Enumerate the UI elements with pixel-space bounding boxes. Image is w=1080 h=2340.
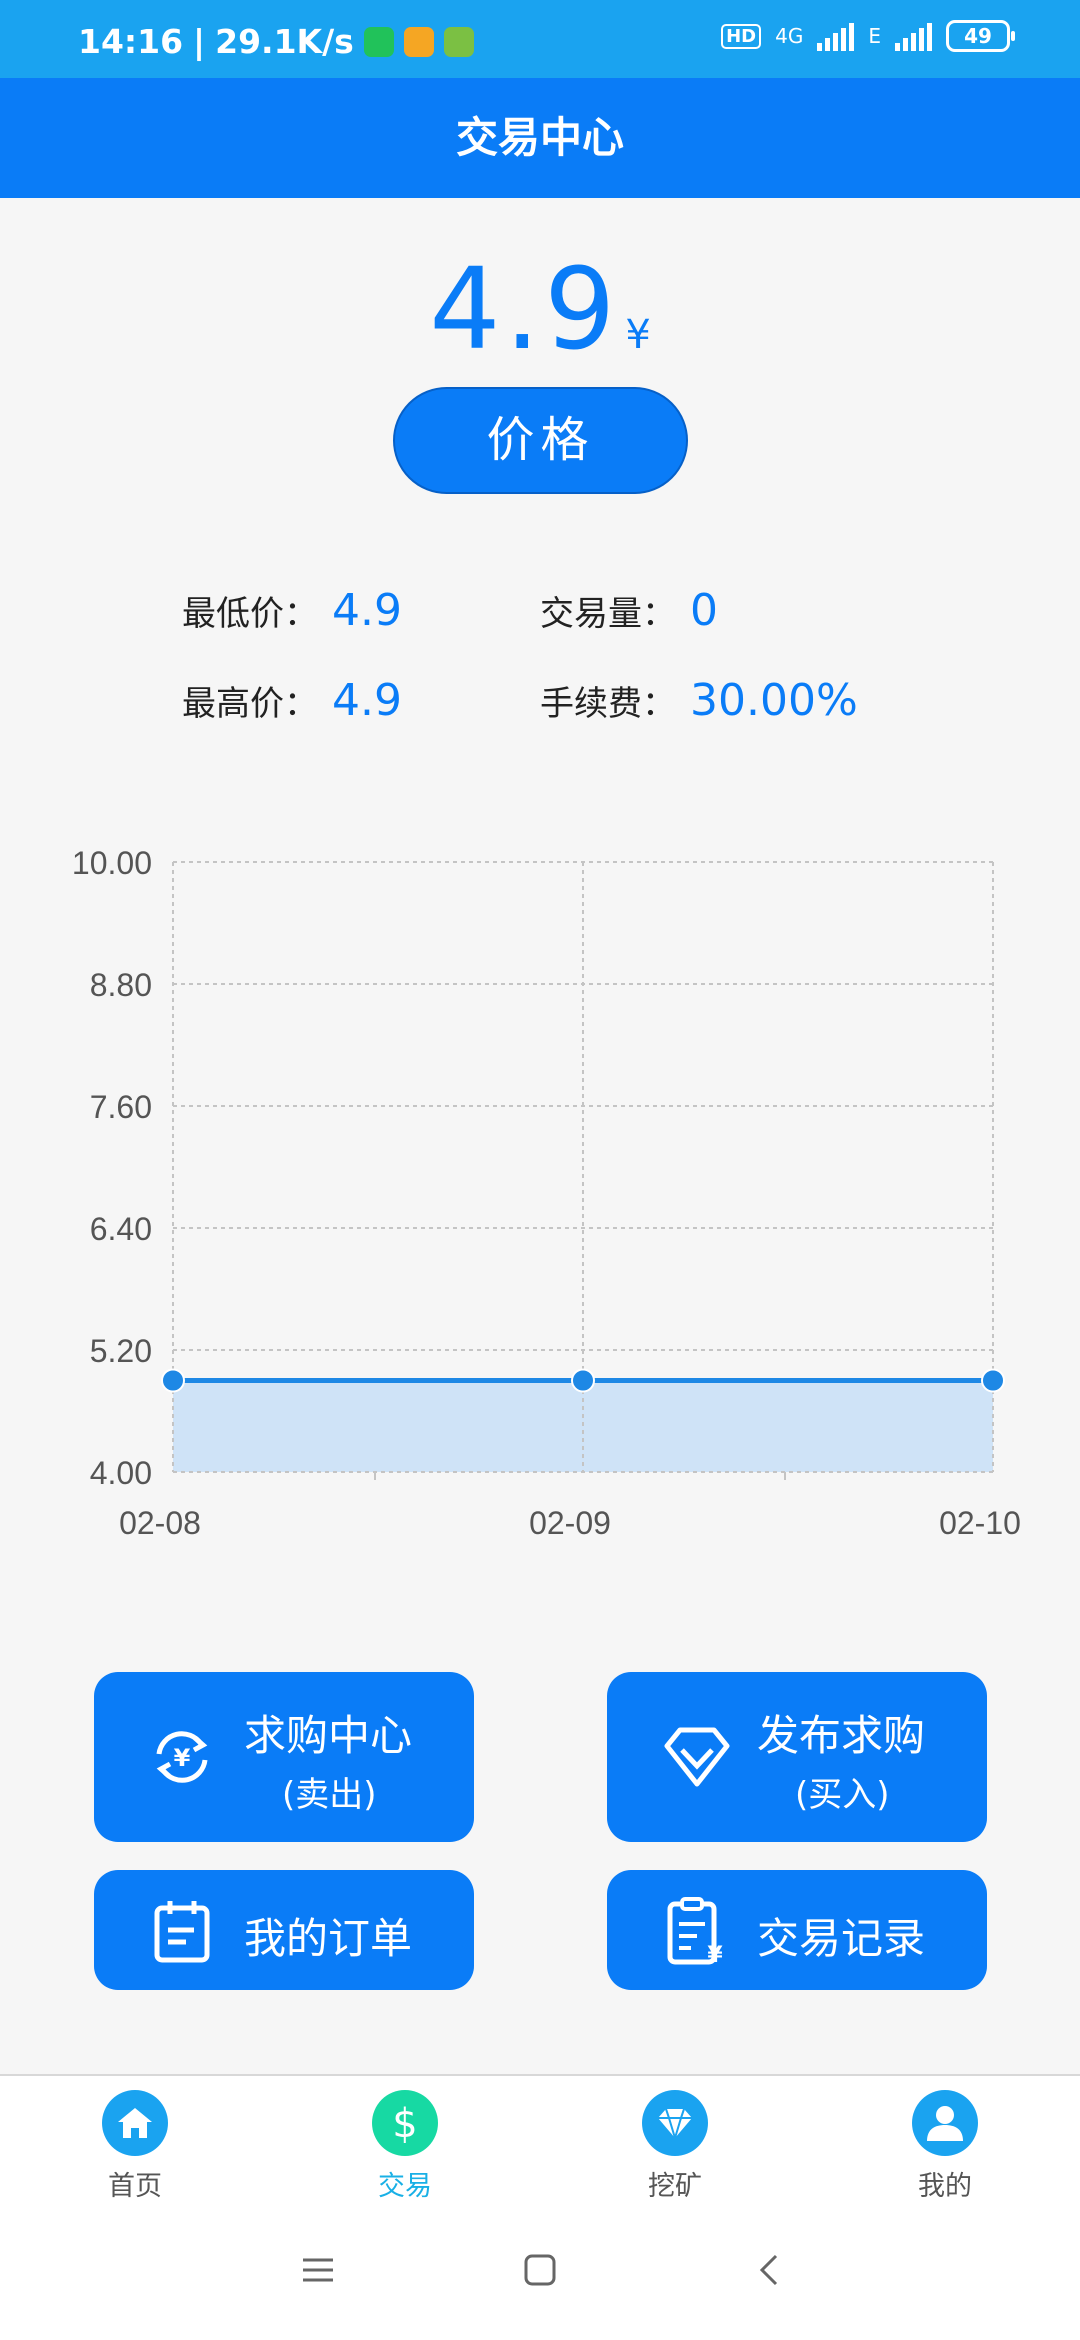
status-bar: 14:16 | 29.1K/s HD 4G E 49 — [0, 0, 1080, 78]
price-chart: 10.00 8.80 7.60 6.40 5.20 4.00 02-08 02-09 02-10 — [72, 845, 1021, 1540]
data-point — [571, 1368, 595, 1393]
my-orders-button[interactable]: 我的订单 — [94, 1870, 474, 1990]
stat-max-value: 4.9 — [332, 675, 402, 726]
page-title: 交易中心 — [0, 78, 1080, 198]
status-right: HD 4G E 49 — [721, 20, 1015, 52]
stat-volume: 交易量： 0 — [540, 585, 718, 636]
system-nav-bar — [0, 2210, 1080, 2340]
y-tick-label: 7.60 — [90, 1089, 152, 1125]
nav-mine-label: 我的 — [918, 2171, 972, 2202]
nav-trade-label: 交易 — [378, 2171, 432, 2202]
calendar-icon — [154, 1901, 210, 1963]
dollar-icon: $ — [372, 2090, 438, 2156]
nav-mining-label: 挖矿 — [648, 2171, 702, 2202]
home-square-icon[interactable] — [522, 2252, 558, 2288]
bottom-nav: 首页 $ 交易 挖矿 我的 — [0, 2074, 1080, 2210]
download-icon — [443, 26, 474, 57]
menu-icon[interactable] — [300, 2252, 336, 2288]
publish-buy-button[interactable]: 发布求购 (买入) — [607, 1672, 987, 1842]
publish-buy-label: 发布求购 — [757, 1711, 926, 1760]
clipboard-icon: ¥ — [667, 1897, 723, 1966]
publish-buy-sub: (买入) — [795, 1775, 890, 1815]
trade-records-label: 交易记录 — [757, 1914, 926, 1963]
stat-fee-value: 30.00% — [690, 675, 858, 726]
battery-icon: 49 — [946, 20, 1015, 52]
y-tick-label: 5.20 — [90, 1333, 152, 1369]
x-tick-label: 02-08 — [119, 1505, 201, 1540]
price-value: 4.9 — [429, 245, 620, 375]
stat-max-price: 最高价： 4.9 — [182, 675, 402, 726]
buy-center-button[interactable]: ¥ 求购中心 (卖出) — [94, 1672, 474, 1842]
network-speed: 29.1K/s — [215, 22, 354, 61]
stat-min-label: 最低价： — [182, 594, 318, 634]
exchange-icon: ¥ — [156, 1731, 208, 1783]
stat-volume-value: 0 — [690, 585, 718, 636]
nav-mining[interactable]: 挖矿 — [605, 2090, 745, 2203]
y-tick-label: 6.40 — [90, 1211, 152, 1247]
stat-fee: 手续费： 30.00% — [540, 675, 858, 726]
data-point — [981, 1368, 1005, 1393]
my-orders-label: 我的订单 — [244, 1914, 413, 1963]
status-time: 14:16 — [78, 22, 184, 61]
x-tick-label: 02-09 — [529, 1505, 611, 1540]
stat-volume-label: 交易量： — [540, 594, 676, 634]
y-tick-label: 8.80 — [90, 967, 152, 1003]
network-type-2: E — [868, 24, 881, 48]
svg-text:¥: ¥ — [707, 1943, 723, 1966]
price-display: 4.9 ¥ — [0, 245, 1080, 375]
wechat-icon — [363, 26, 394, 57]
trade-records-button[interactable]: ¥ 交易记录 — [607, 1870, 987, 1990]
message-icon — [403, 26, 434, 57]
diamond-icon — [664, 1727, 730, 1787]
user-icon — [912, 2090, 978, 2156]
stat-min-value: 4.9 — [332, 585, 402, 636]
nav-home[interactable]: 首页 — [65, 2090, 205, 2203]
back-icon[interactable] — [752, 2252, 788, 2288]
status-left: 14:16 | 29.1K/s — [78, 22, 474, 61]
price-button[interactable]: 价格 — [393, 387, 688, 494]
svg-text:¥: ¥ — [174, 1744, 191, 1772]
signal-icon — [817, 21, 855, 51]
buy-center-label: 求购中心 — [244, 1711, 413, 1760]
y-tick-label: 10.00 — [72, 845, 152, 881]
stat-fee-label: 手续费： — [540, 684, 676, 724]
signal-icon-2 — [895, 21, 932, 51]
nav-mine[interactable]: 我的 — [875, 2090, 1015, 2203]
buy-center-sub: (卖出) — [282, 1775, 377, 1815]
data-point — [161, 1368, 185, 1393]
nav-home-label: 首页 — [108, 2171, 162, 2202]
price-unit: ¥ — [625, 312, 651, 358]
y-tick-label: 4.00 — [90, 1455, 152, 1491]
diamond-nav-icon — [642, 2090, 708, 2156]
hd-icon: HD — [721, 23, 762, 49]
home-icon — [102, 2090, 168, 2156]
series-area — [173, 1380, 993, 1472]
x-tick-label: 02-10 — [939, 1505, 1021, 1540]
nav-trade[interactable]: $ 交易 — [335, 2090, 475, 2203]
stat-min-price: 最低价： 4.9 — [182, 585, 402, 636]
network-type: 4G — [775, 24, 804, 48]
svg-text:$: $ — [392, 2101, 417, 2145]
stat-max-label: 最高价： — [182, 684, 318, 724]
